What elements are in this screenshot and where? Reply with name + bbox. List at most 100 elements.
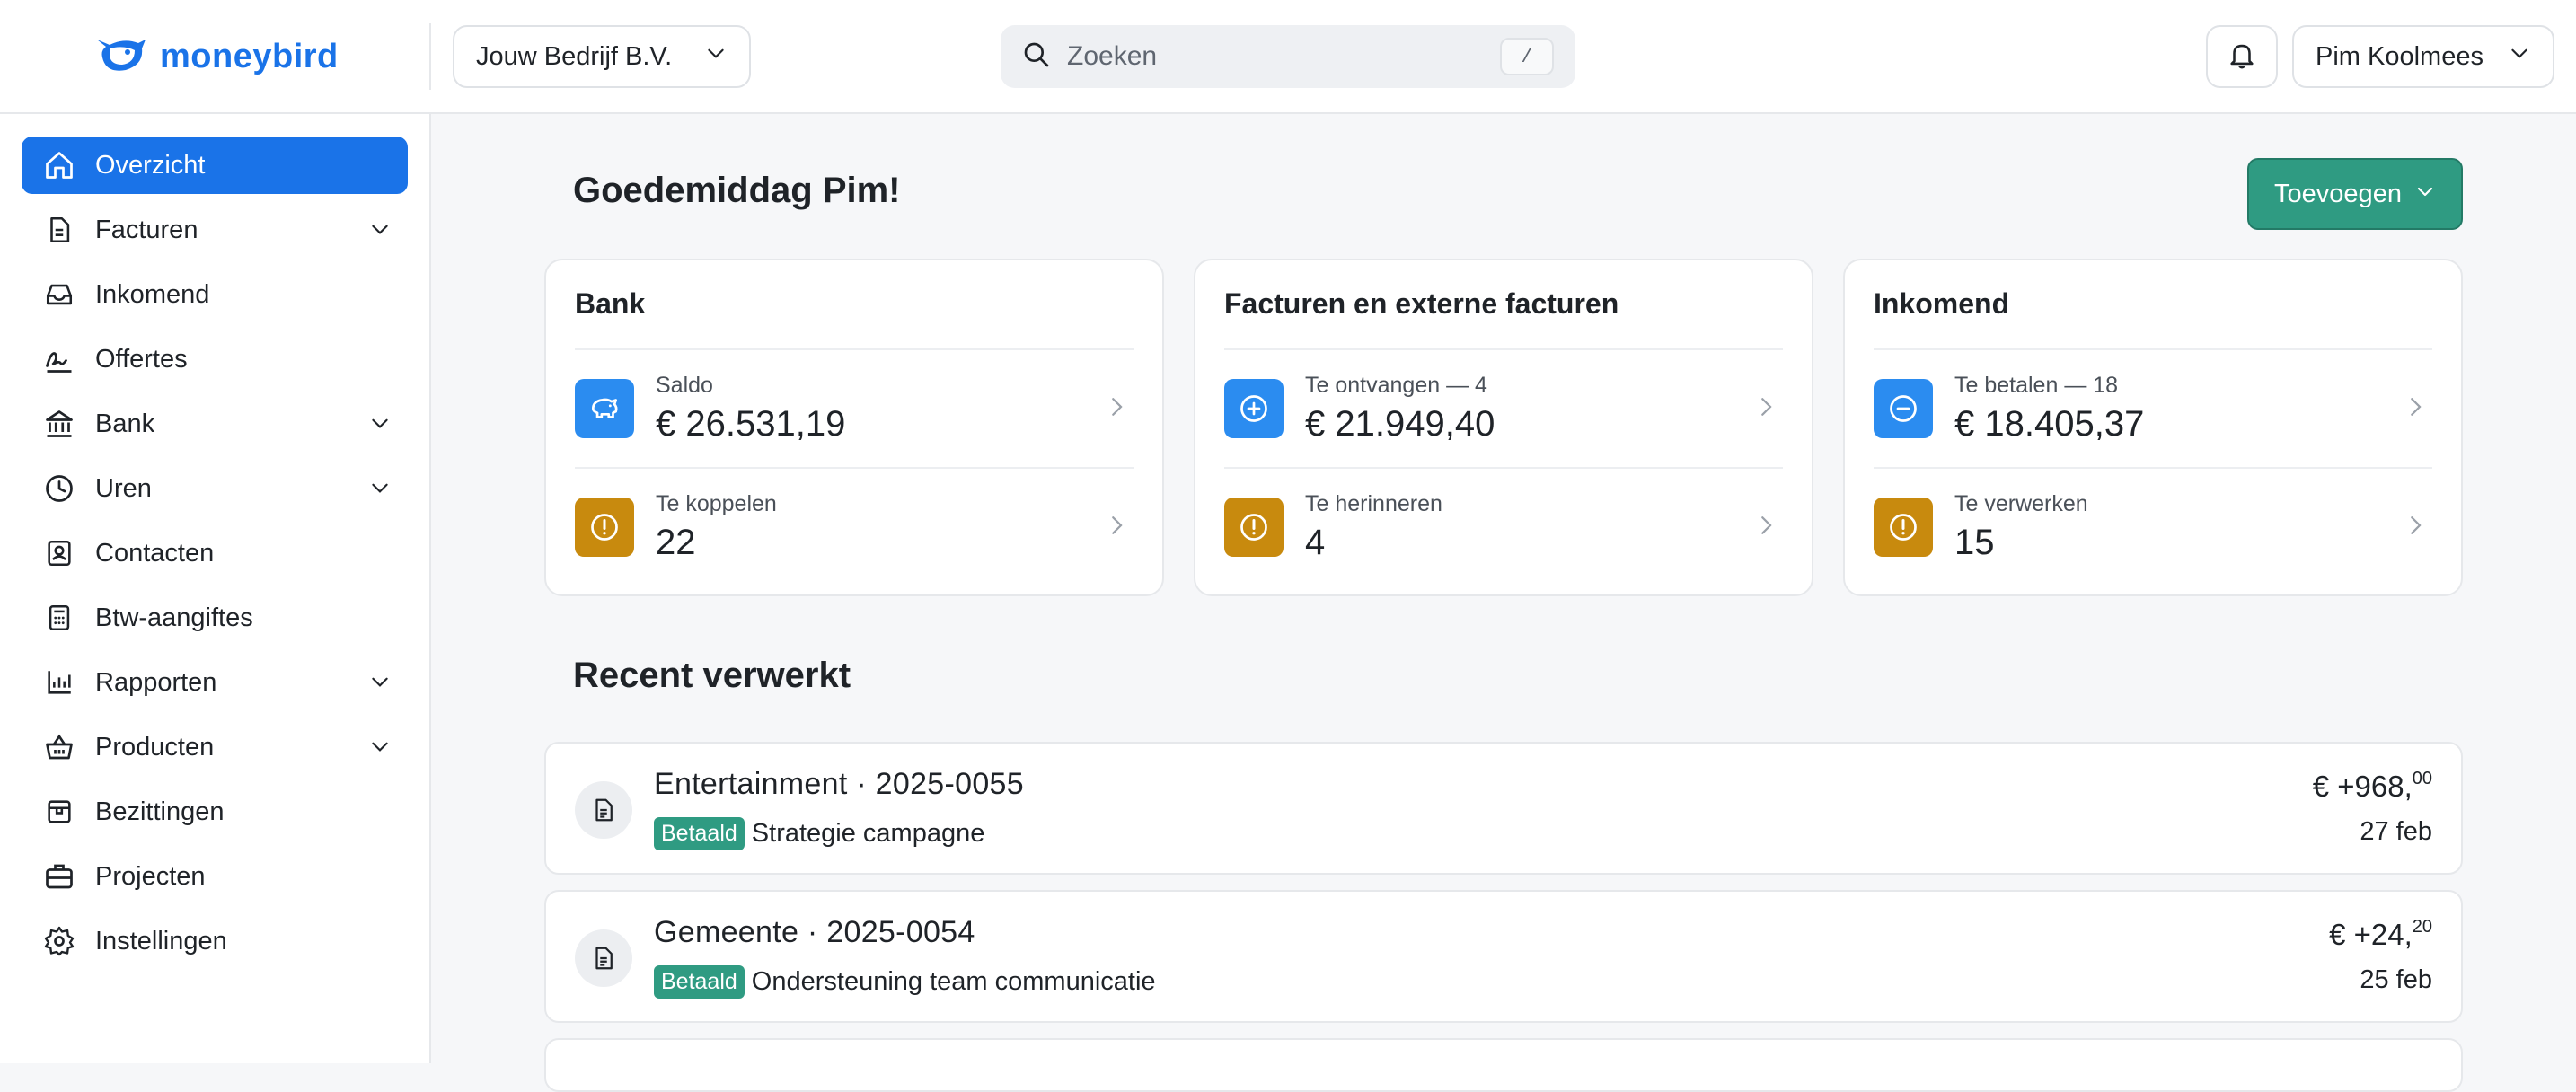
invoice-document-icon [575, 929, 632, 987]
sidebar-item-projecten[interactable]: Projecten [22, 848, 408, 905]
chevron-right-icon [2402, 512, 2429, 543]
incoming-card: Inkomend Te betalen — 18 € 18.405,37 Te … [1843, 259, 2463, 596]
sidebar-item-bank[interactable]: Bank [22, 395, 408, 453]
inbox-icon [41, 277, 77, 313]
sidebar-item-btw-aangiftes[interactable]: Btw-aangiftes [22, 589, 408, 647]
basket-icon [41, 729, 77, 765]
minus-circle-icon [1874, 379, 1933, 438]
list-item-title: Gemeente · 2025-0054 [654, 915, 975, 949]
list-item[interactable] [544, 1038, 2463, 1092]
status-badge: Betaald [654, 965, 745, 999]
document-icon [41, 212, 77, 248]
row-value: € 26.531,19 [656, 404, 846, 444]
sidebar-item-label: Contacten [95, 538, 215, 568]
list-item-date: 27 feb [2360, 817, 2432, 846]
alert-icon [1874, 498, 1933, 557]
sidebar: Overzicht Facturen Inkomend Offertes Ban… [0, 114, 431, 1063]
row-label: Te herinneren [1305, 491, 1442, 516]
logo[interactable]: moneybird [93, 32, 339, 81]
chevron-right-icon [1103, 393, 1130, 425]
list-item-date: 25 feb [2360, 965, 2432, 994]
row-label: Te betalen — 18 [1954, 373, 2119, 398]
sidebar-item-label: Uren [95, 473, 152, 503]
sidebar-item-label: Bezittingen [95, 797, 225, 826]
signature-icon [41, 341, 77, 377]
list-item-description: Ondersteuning team communicatie [751, 967, 1156, 996]
list-item[interactable]: Gemeente · 2025-0054 Betaald Ondersteuni… [544, 890, 2463, 1023]
sidebar-item-uren[interactable]: Uren [22, 460, 408, 517]
incoming-te-betalen-row[interactable]: Te betalen — 18 € 18.405,37 [1874, 350, 2432, 467]
incoming-te-verwerken-row[interactable]: Te verwerken 15 [1874, 469, 2432, 586]
company-name: Jouw Bedrijf B.V. [476, 41, 673, 71]
row-value: 4 [1305, 523, 1326, 562]
chevron-down-icon [368, 735, 392, 765]
row-value: 22 [656, 523, 696, 562]
add-button[interactable]: Toevoegen [2247, 158, 2463, 230]
bank-saldo-row[interactable]: Saldo € 26.531,19 [575, 350, 1134, 467]
invoices-te-ontvangen-row[interactable]: Te ontvangen — 4 € 21.949,40 [1224, 350, 1783, 467]
chevron-down-icon [368, 476, 392, 506]
sidebar-item-rapporten[interactable]: Rapporten [22, 654, 408, 711]
invoice-document-icon [575, 781, 632, 839]
card-title: Facturen en externe facturen [1224, 287, 1619, 320]
box-icon [41, 794, 77, 830]
company-select[interactable]: Jouw Bedrijf B.V. [453, 25, 751, 88]
row-label: Te verwerken [1954, 491, 2088, 516]
chevron-right-icon [2402, 393, 2429, 425]
sidebar-item-overzicht[interactable]: Overzicht [22, 136, 408, 194]
sidebar-item-label: Overzicht [95, 150, 206, 180]
row-value: € 18.405,37 [1954, 404, 2145, 444]
logo-text: moneybird [160, 37, 339, 75]
home-icon [41, 147, 77, 183]
search-icon [1022, 40, 1051, 74]
user-menu[interactable]: Pim Koolmees [2292, 25, 2554, 88]
sidebar-item-bezittingen[interactable]: Bezittingen [22, 783, 408, 841]
sidebar-item-facturen[interactable]: Facturen [22, 201, 408, 259]
bird-logo-icon [93, 34, 149, 80]
sidebar-item-producten[interactable]: Producten [22, 718, 408, 776]
top-bar: moneybird Jouw Bedrijf B.V. / Pim Koolme… [0, 0, 2576, 114]
list-item[interactable]: Entertainment · 2025-0055 Betaald Strate… [544, 742, 2463, 875]
chevron-down-icon [2414, 180, 2436, 209]
plus-circle-icon [1224, 379, 1284, 438]
notifications-button[interactable] [2206, 25, 2278, 88]
sidebar-item-label: Inkomend [95, 279, 210, 309]
sidebar-item-contacten[interactable]: Contacten [22, 524, 408, 582]
gear-icon [41, 923, 77, 959]
sidebar-item-inkomend[interactable]: Inkomend [22, 266, 408, 323]
list-item-amount: € +24,20 [2329, 917, 2432, 951]
add-button-label: Toevoegen [2274, 179, 2402, 208]
chevron-down-icon [368, 670, 392, 700]
invoices-te-herinneren-row[interactable]: Te herinneren 4 [1224, 469, 1783, 586]
search-shortcut-key: / [1500, 38, 1554, 75]
chevron-down-icon [368, 217, 392, 248]
bank-icon [41, 406, 77, 442]
sidebar-item-label: Rapporten [95, 667, 217, 697]
alert-icon [575, 498, 634, 557]
row-label: Te koppelen [656, 491, 777, 516]
sidebar-item-label: Btw-aangiftes [95, 603, 253, 632]
piggy-bank-icon [575, 379, 634, 438]
sidebar-item-instellingen[interactable]: Instellingen [22, 912, 408, 970]
page-title: Goedemiddag Pim! [573, 171, 901, 210]
header-divider [429, 23, 431, 90]
section-title: Recent verwerkt [573, 656, 851, 695]
sidebar-item-label: Projecten [95, 861, 206, 891]
status-badge: Betaald [654, 817, 745, 850]
bank-te-koppelen-row[interactable]: Te koppelen 22 [575, 469, 1134, 586]
list-item-amount: € +968,00 [2312, 769, 2432, 803]
row-value: € 21.949,40 [1305, 404, 1495, 444]
row-label: Te ontvangen — 4 [1305, 373, 1487, 398]
list-item-description: Strategie campagne [751, 819, 985, 848]
sidebar-item-label: Facturen [95, 215, 198, 244]
card-title: Inkomend [1874, 287, 2010, 320]
sidebar-item-offertes[interactable]: Offertes [22, 330, 408, 388]
search-input[interactable] [1067, 41, 1484, 72]
chevron-right-icon [1103, 512, 1130, 543]
sidebar-item-label: Offertes [95, 344, 188, 374]
chevron-down-icon [368, 411, 392, 442]
search-bar[interactable]: / [1001, 25, 1575, 88]
user-name: Pim Koolmees [2316, 41, 2483, 71]
chevron-down-icon [2508, 41, 2531, 72]
sidebar-item-label: Bank [95, 409, 155, 438]
